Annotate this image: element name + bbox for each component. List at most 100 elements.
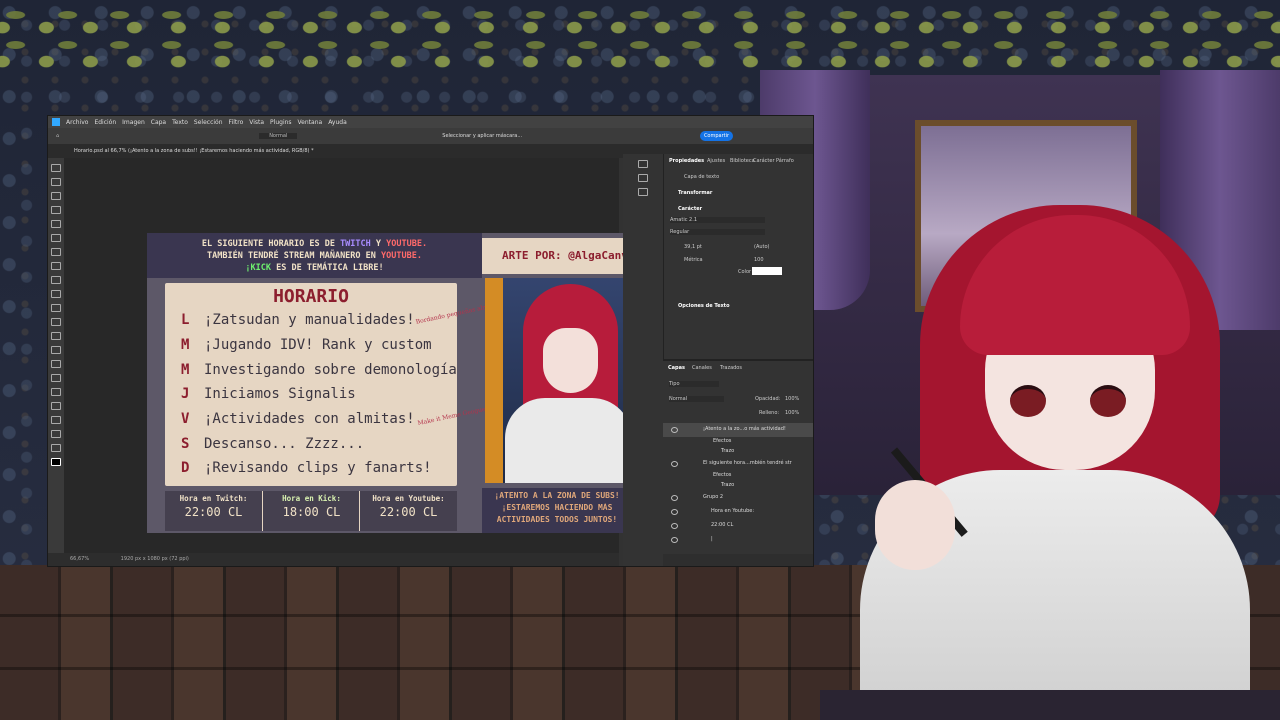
menu-texto[interactable]: Texto <box>172 119 188 126</box>
path-select-icon[interactable] <box>51 402 61 410</box>
canvas-area[interactable]: EL SIGUIENTE HORARIO ES DE TWITCH Y YOUT… <box>64 158 632 553</box>
menu-bar: Archivo Edición Imagen Capa Texto Selecc… <box>48 116 813 128</box>
fill-label: Relleno: <box>759 410 780 416</box>
select-and-mask-button[interactable]: Seleccionar y aplicar máscara... <box>442 133 522 139</box>
healing-tool-icon[interactable] <box>51 262 61 270</box>
schedule-day: L ¡Zatsudan y manualidades! <box>181 312 415 328</box>
eraser-tool-icon[interactable] <box>51 318 61 326</box>
type-tool-icon[interactable] <box>51 388 61 396</box>
menu-ayuda[interactable]: Ayuda <box>328 119 347 126</box>
character-section[interactable]: Carácter <box>678 206 702 212</box>
brush-tool-icon[interactable] <box>51 276 61 284</box>
tab-caracter[interactable]: Carácter <box>753 158 775 164</box>
font-family-select[interactable]: Amatic 2.1 <box>670 217 765 223</box>
crop-tool-icon[interactable] <box>51 220 61 228</box>
menu-vista[interactable]: Vista <box>249 119 264 126</box>
history-panel-icon[interactable] <box>638 160 648 168</box>
menu-imagen[interactable]: Imagen <box>122 119 145 126</box>
menu-filtro[interactable]: Filtro <box>229 119 244 126</box>
lasso-tool-icon[interactable] <box>51 192 61 200</box>
font-style-select[interactable]: Regular <box>670 229 765 235</box>
gradient-tool-icon[interactable] <box>51 332 61 340</box>
color-swatch[interactable] <box>752 267 782 275</box>
artwork-header: EL SIGUIENTE HORARIO ES DE TWITCH Y YOUT… <box>147 233 482 278</box>
home-icon[interactable]: ⌂ <box>56 133 59 139</box>
schedule-day: V ¡Actividades con almitas! <box>181 411 415 427</box>
kerning-field[interactable]: Métrica <box>684 257 703 263</box>
hand-tool-icon[interactable] <box>51 430 61 438</box>
tab-biblioteca[interactable]: Biblioteca <box>730 158 755 164</box>
visibility-eye-icon[interactable] <box>671 509 678 515</box>
vtuber-hand <box>875 480 955 570</box>
tracking-field[interactable]: 100 <box>754 257 764 263</box>
properties-panel: Propiedades Ajustes Biblioteca Carácter … <box>663 154 813 359</box>
visibility-eye-icon[interactable] <box>671 427 678 433</box>
zoom-level[interactable]: 66,67% <box>70 556 89 562</box>
transform-section[interactable]: Transformar <box>678 190 712 196</box>
schedule-day: S Descanso... Zzzz... <box>181 436 365 452</box>
dodge-tool-icon[interactable] <box>51 360 61 368</box>
photoshop-window: Archivo Edición Imagen Capa Texto Selecc… <box>47 115 814 567</box>
tab-ajustes[interactable]: Ajustes <box>707 158 725 164</box>
time-youtube: Hora en Youtube: 22:00 CL <box>359 491 457 531</box>
time-kick: Hora en Kick: 18:00 CL <box>262 491 360 531</box>
menu-capa[interactable]: Capa <box>151 119 166 126</box>
layers-panel: Capas Canales Trazados Tipo Normal Opaci… <box>663 359 813 566</box>
schedule-day: D ¡Revisando clips y fanarts! <box>181 460 432 476</box>
layer-row[interactable]: | <box>663 533 813 547</box>
pen-tool-icon[interactable] <box>51 374 61 382</box>
brushes-panel-icon[interactable] <box>638 188 648 196</box>
blur-tool-icon[interactable] <box>51 346 61 354</box>
menu-seleccion[interactable]: Selección <box>194 119 223 126</box>
marquee-tool-icon[interactable] <box>51 178 61 186</box>
share-button[interactable]: Compartir <box>700 131 733 141</box>
layer-row[interactable]: 22:00 CL <box>663 519 813 533</box>
layer-group-row[interactable]: Grupo 2 <box>663 491 813 505</box>
header-line-1: EL SIGUIENTE HORARIO ES DE TWITCH Y YOUT… <box>201 239 428 249</box>
visibility-eye-icon[interactable] <box>671 523 678 529</box>
document-tab[interactable]: Horario.psd al 66,7% (¡Atento a la zona … <box>74 148 314 154</box>
menu-archivo[interactable]: Archivo <box>66 119 88 126</box>
zoom-tool-icon[interactable] <box>51 444 61 452</box>
frame-tool-icon[interactable] <box>51 234 61 242</box>
character-portrait <box>485 278 632 483</box>
opacity-field[interactable]: 100% <box>785 396 799 402</box>
visibility-eye-icon[interactable] <box>671 495 678 501</box>
tab-propiedades[interactable]: Propiedades <box>669 158 704 164</box>
comments-panel-icon[interactable] <box>638 174 648 182</box>
menu-edicion[interactable]: Edición <box>94 119 116 126</box>
move-tool-icon[interactable] <box>51 164 61 172</box>
leading-field[interactable]: (Auto) <box>754 244 770 250</box>
shape-tool-icon[interactable] <box>51 416 61 424</box>
layer-row[interactable]: Hora en Youtube: <box>663 505 813 519</box>
tab-trazados[interactable]: Trazados <box>720 365 742 371</box>
schedule-day: J Iniciamos Signalis <box>181 386 356 402</box>
header-line-3: ¡KICK ES DE TEMÁTICA LIBRE! <box>245 263 384 273</box>
menu-plugins[interactable]: Plugins <box>270 119 292 126</box>
tab-parrafo[interactable]: Párrafo <box>776 158 794 164</box>
color-swatches-icon[interactable] <box>51 458 61 466</box>
layers-bottom-bar <box>663 554 813 566</box>
art-credit: ARTE POR: @AlgaCanvas <box>482 238 632 274</box>
font-size-field[interactable]: 39,1 pt <box>684 244 702 250</box>
schedule-title: HORARIO <box>273 286 349 307</box>
time-twitch: Hora en Twitch: 22:00 CL <box>179 494 248 519</box>
eyedropper-tool-icon[interactable] <box>51 248 61 256</box>
menu-ventana[interactable]: Ventana <box>298 119 323 126</box>
layer-filter-select[interactable]: Tipo <box>669 381 719 387</box>
subs-notice: ¡ATENTO A LA ZONA DE SUBS! ¡ESTAREMOS HA… <box>482 488 632 533</box>
tab-capas[interactable]: Capas <box>668 365 685 371</box>
blend-mode-select[interactable]: Normal <box>259 133 298 139</box>
fill-field[interactable]: 100% <box>785 410 799 416</box>
options-bar: ⌂ Normal Seleccionar y aplicar máscara..… <box>48 128 813 144</box>
stamp-tool-icon[interactable] <box>51 290 61 298</box>
text-options-section[interactable]: Opciones de Texto <box>678 303 730 309</box>
select-tool-icon[interactable] <box>51 206 61 214</box>
desk <box>820 690 1280 720</box>
visibility-eye-icon[interactable] <box>671 537 678 543</box>
layer-blend-select[interactable]: Normal <box>669 396 724 402</box>
portrait-side-band <box>485 278 503 483</box>
visibility-eye-icon[interactable] <box>671 461 678 467</box>
tab-canales[interactable]: Canales <box>692 365 712 371</box>
history-brush-icon[interactable] <box>51 304 61 312</box>
